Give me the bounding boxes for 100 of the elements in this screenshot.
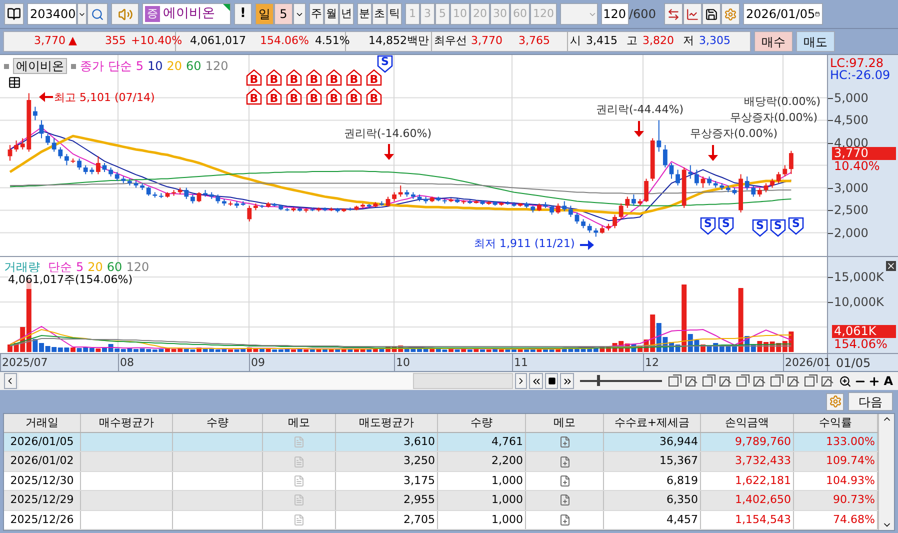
column-header[interactable]: 손익금액	[701, 414, 794, 432]
best-bid: 3,765	[518, 33, 550, 50]
volume-ratio: 154.06%	[260, 33, 309, 50]
period-tab[interactable]: 틱	[387, 3, 402, 25]
chart-tool-icon[interactable]	[668, 374, 682, 388]
search-icon	[91, 8, 104, 20]
stock-code-field[interactable]: 203400	[27, 3, 77, 25]
speaker-button[interactable]	[111, 3, 139, 25]
chart-tool-icon[interactable]	[685, 374, 700, 388]
settings-button[interactable]	[826, 392, 844, 410]
buy-marker: B	[366, 69, 382, 86]
column-header[interactable]: 수량	[173, 414, 263, 432]
sell-marker: S	[770, 219, 786, 237]
save-button[interactable]	[702, 3, 721, 25]
candlestick	[782, 164, 788, 177]
column-header[interactable]: 메모	[263, 414, 336, 432]
chart-button[interactable]	[682, 3, 702, 25]
cursor-date: 01/05	[836, 354, 871, 372]
rewind-button[interactable]	[529, 373, 543, 389]
slider-thumb[interactable]	[596, 375, 600, 386]
next-button[interactable]: 다음	[848, 392, 893, 411]
bar	[266, 349, 271, 352]
price-axis-label: 3,000	[834, 182, 868, 195]
transfer-button[interactable]	[664, 3, 683, 25]
chart-tool-icon[interactable]	[753, 374, 768, 388]
plus-icon[interactable]	[868, 374, 881, 388]
speaker-icon	[118, 6, 132, 22]
candlestick	[676, 169, 680, 186]
period-tab[interactable]: 초	[372, 3, 387, 25]
dropdown-button[interactable]	[77, 3, 87, 25]
scroll-thumb[interactable]	[412, 373, 513, 389]
sell-marker: S	[718, 217, 734, 235]
candlestick	[776, 171, 781, 184]
lc-value: LC:97.28	[830, 57, 884, 70]
price-axis-label: 4,500	[834, 114, 868, 128]
sell-button[interactable]: 매도	[796, 31, 835, 52]
column-header[interactable]: 메모	[526, 414, 604, 432]
ma-legend-item: 60	[106, 259, 122, 274]
date-field[interactable]: 2026/01/05	[742, 3, 823, 25]
bar	[366, 350, 372, 352]
table-icon[interactable]	[8, 76, 21, 89]
column-header[interactable]: 수수료+제세금	[604, 414, 701, 432]
chart-tool-icon[interactable]	[787, 374, 802, 388]
dropdown-field[interactable]	[560, 3, 598, 25]
font-button[interactable]: A	[882, 372, 894, 390]
book-icon-button[interactable]	[4, 3, 24, 25]
period-value-field[interactable]: 5	[274, 3, 293, 25]
bar	[682, 284, 687, 352]
scroll-left-button[interactable]	[4, 373, 17, 389]
column-header[interactable]: 매도평균가	[336, 414, 438, 432]
zoom-icon[interactable]	[839, 374, 852, 388]
chart-tool-icon[interactable]	[719, 374, 734, 388]
up-arrow: ▲	[68, 33, 77, 50]
trade-row[interactable]: 2025/12/26 2,705 1,000 4,457 1,154,543 74.68%	[4, 510, 878, 530]
period-tab[interactable]: 분	[357, 3, 372, 25]
chart-tool-icon[interactable]	[821, 374, 836, 388]
buy-marker: B	[266, 69, 282, 86]
forward-button[interactable]	[560, 373, 574, 389]
candlestick	[618, 202, 624, 220]
scroll-right-button[interactable]	[514, 373, 528, 389]
chart-tool-icon[interactable]	[804, 374, 818, 388]
candlestick	[77, 158, 82, 170]
stop-button[interactable]	[544, 373, 558, 389]
period-tab[interactable]: 월	[324, 3, 339, 25]
stock-name: 에이비온	[163, 5, 215, 24]
memo-add-icon[interactable]	[558, 456, 570, 468]
trade-row[interactable]: 2026/01/02 3,250 2,200 15,367 3,732,433 109.74%	[4, 452, 878, 472]
count-field[interactable]: 120	[601, 3, 629, 25]
chart-tool-icon[interactable]	[736, 374, 750, 388]
ma-legend-item: 120	[205, 58, 228, 75]
buy-button[interactable]: 매수	[754, 31, 793, 52]
memo-add-icon[interactable]	[558, 494, 570, 506]
trade-row[interactable]: 2025/12/30 3,175 1,000 6,819 1,622,181 104.93%	[4, 472, 878, 492]
period-tab[interactable]: 년	[339, 3, 354, 25]
chart-tool-icon[interactable]	[702, 374, 716, 388]
bar	[738, 288, 744, 352]
settings-icon	[724, 8, 737, 20]
memo-add-icon[interactable]	[558, 514, 570, 526]
table-scrollbar[interactable]	[878, 414, 894, 530]
table-cell: 36,944	[604, 433, 701, 452]
buy-marker: B	[266, 88, 282, 105]
alert-button[interactable]: !	[234, 3, 252, 25]
column-header[interactable]: 매수평균가	[81, 414, 173, 432]
stock-name-field[interactable]: 증 에이비온	[142, 3, 231, 25]
column-header[interactable]: 수량	[438, 414, 526, 432]
candlestick	[663, 144, 668, 168]
memo-add-icon[interactable]	[558, 436, 570, 448]
trade-row[interactable]: 2026/01/05 3,610 4,761 36,944 9,789,760 133.00%	[4, 433, 878, 452]
ma-legend-item: 20	[88, 259, 103, 274]
stock-name-button[interactable]: 에이비온	[13, 58, 67, 74]
memo-add-icon[interactable]	[558, 474, 570, 487]
chart-tool-icon[interactable]	[770, 374, 784, 388]
period-tab[interactable]: 주	[309, 3, 324, 25]
column-header[interactable]: 거래일	[4, 414, 81, 432]
trade-row[interactable]: 2025/12/29 2,955 1,000 6,350 1,402,650 90.73%	[4, 491, 878, 511]
close-icon[interactable]	[886, 261, 896, 272]
period-tab[interactable]: 일	[255, 3, 274, 25]
bar	[341, 350, 346, 352]
search-button[interactable]	[87, 3, 108, 25]
zoom-slider[interactable]	[580, 373, 662, 389]
